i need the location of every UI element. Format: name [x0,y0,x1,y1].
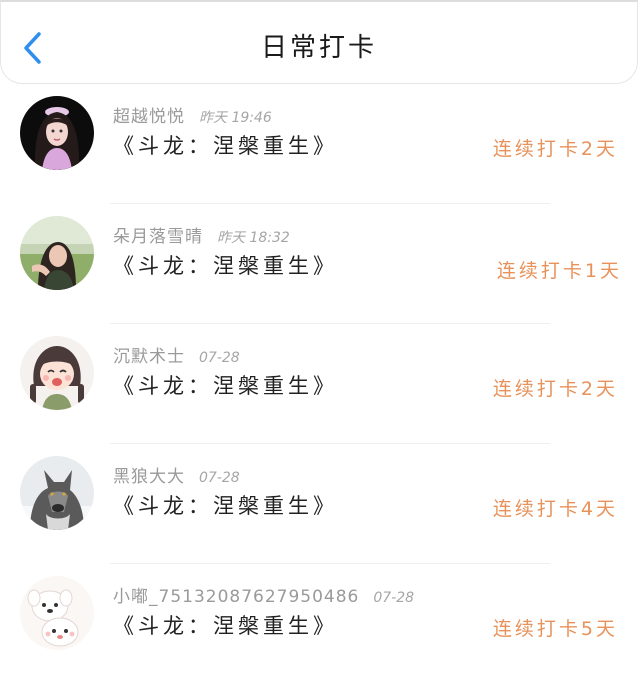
streak-label: 连续打卡2天 [492,378,618,400]
cartoon-girl-braids-icon [20,336,94,410]
avatar[interactable] [20,456,94,530]
list-item[interactable]: 小嘟_7513208762795048​6 07-28 《斗龙：涅槃重生》 连续打… [0,564,640,684]
list-item[interactable]: 黑狼大大 07-28 《斗龙：涅槃重生》 连续打卡4天 [0,444,640,564]
book-title[interactable]: 《斗龙：涅槃重生》 [113,490,338,520]
woman-outdoor-photo-icon [20,216,94,290]
girl-portrait-icon [20,96,94,170]
streak-label: 连续打卡4天 [492,498,618,520]
timestamp: 07-28 [373,590,415,606]
list-item[interactable]: 沉默术士 07-28 《斗龙：涅槃重生》 连续打卡2天 [0,324,640,444]
avatar[interactable] [20,216,94,290]
timestamp: 07-28 [199,350,240,366]
book-title[interactable]: 《斗龙：涅槃重生》 [113,370,338,400]
meta-line: 超越悦悦 昨天 19:46 [113,102,272,127]
timestamp: 昨天 18:32 [217,230,290,246]
list-item[interactable]: 朵月落雪晴 昨天 18:32 《斗龙：涅槃重生》 连续打卡1天 [0,204,640,324]
streak-label: 连续打卡1天 [496,260,622,282]
book-title[interactable]: 《斗龙：涅槃重生》 [113,250,338,280]
timestamp: 昨天 19:46 [199,110,272,126]
book-title[interactable]: 《斗龙：涅槃重生》 [113,610,338,640]
page-title: 日常打卡 [260,33,377,63]
top-bar: 日常打卡 [0,0,638,84]
streak-label: 连续打卡2天 [492,138,618,160]
meta-line: 朵月落雪晴 昨天 18:32 [113,222,290,247]
avatar[interactable] [20,336,94,410]
user-name[interactable]: 小嘟_7513208762795048​6 [113,587,359,607]
wolf-photo-icon [20,456,94,530]
meta-line: 黑狼大大 07-28 [113,462,240,487]
meta-line: 沉默术士 07-28 [113,342,240,367]
book-title[interactable]: 《斗龙：涅槃重生》 [113,130,338,160]
user-name[interactable]: 朵月落雪晴 [113,227,203,247]
user-name[interactable]: 黑狼大大 [113,467,185,487]
avatar[interactable] [20,96,94,170]
user-name[interactable]: 沉默术士 [113,347,185,367]
avatar[interactable] [20,576,94,650]
streak-label: 连续打卡5天 [492,618,618,640]
cartoon-white-puppies-icon [20,576,94,650]
user-name[interactable]: 超越悦悦 [113,107,185,127]
list-item[interactable]: 超越悦悦 昨天 19:46 《斗龙：涅槃重生》 连续打卡2天 [0,84,640,204]
meta-line: 小嘟_7513208762795048​6 07-28 [113,582,414,607]
checkin-list: 超越悦悦 昨天 19:46 《斗龙：涅槃重生》 连续打卡2天 朵月落雪晴 昨天 18… [0,84,640,684]
timestamp: 07-28 [199,470,240,486]
